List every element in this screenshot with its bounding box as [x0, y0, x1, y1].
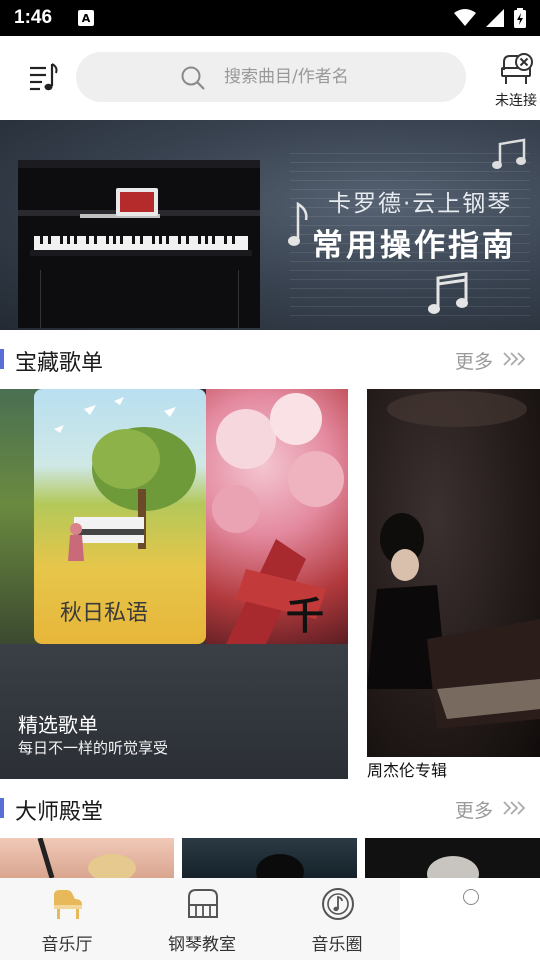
music-note-decor-icon: [288, 201, 308, 246]
music-list-button[interactable]: [26, 58, 62, 96]
notification-icon: A: [78, 10, 95, 26]
search-input[interactable]: [224, 67, 444, 87]
cover-image-sakura: 千本: [206, 389, 348, 644]
search-bar[interactable]: [76, 52, 466, 102]
playlists-section-header: 宝藏歌单 更多: [0, 330, 540, 388]
status-time: 1:46: [14, 7, 53, 28]
double-chevron-right-icon[interactable]: [502, 350, 526, 368]
app-root: 1:46 A 搜索曲目/作者名 未连接 卡罗德·云上钢琴 常用操作指南 宝藏歌单…: [0, 0, 540, 960]
status-bar: 1:46 A: [0, 0, 540, 36]
circle-indicator-icon: [463, 889, 479, 905]
album-card[interactable]: [367, 389, 540, 757]
playlist-title: 精选歌单: [18, 713, 98, 737]
section-accent-bar: [0, 349, 4, 369]
grand-piano-icon: [54, 890, 82, 919]
piano-disconnected-icon: [501, 53, 533, 84]
featured-playlist-card[interactable]: 秋日私语 千本 精选歌单 每日不一样的听觉享受: [0, 389, 348, 779]
music-note-decor-icon: [492, 138, 526, 169]
banner-headline: 常用操作指南: [312, 228, 516, 264]
tab-piano-class[interactable]: 钢琴教室: [142, 878, 262, 960]
more-link[interactable]: 更多: [455, 796, 493, 823]
music-note-decor-icon: [428, 272, 468, 314]
master-card[interactable]: [182, 838, 357, 878]
cover-title: 千本: [286, 594, 325, 638]
playlist-subtitle: 每日不一样的听觉享受: [18, 739, 169, 757]
more-link[interactable]: 更多: [455, 347, 493, 374]
section-title: 宝藏歌单: [15, 351, 104, 376]
signal-icon: [486, 9, 504, 27]
tab-label: 音乐圈: [311, 935, 363, 955]
double-chevron-right-icon[interactable]: [502, 799, 526, 817]
bottom-navigation: 音乐厅 钢琴教室 音乐圈: [0, 878, 540, 960]
tab-label: 钢琴教室: [168, 935, 236, 955]
upright-piano-icon: [188, 889, 218, 918]
music-list-icon: [30, 63, 58, 91]
cover-image-autumn: 秋日私语: [34, 389, 206, 644]
battery-icon: [514, 8, 526, 28]
master-card[interactable]: [0, 838, 174, 878]
tab-music-circle[interactable]: 音乐圈: [277, 878, 397, 960]
wifi-icon: [454, 9, 476, 26]
banner-brand: 卡罗德·云上钢琴: [328, 191, 513, 217]
status-icons: [454, 8, 526, 28]
master-card[interactable]: [365, 838, 540, 878]
cover-title: 秋日私语: [60, 601, 149, 626]
piano-status-label: 未连接: [495, 93, 537, 109]
piano-image: [18, 160, 260, 328]
section-accent-bar: [0, 798, 4, 818]
masters-section-header: 大师殿堂 更多: [0, 779, 540, 837]
search-icon: [181, 66, 205, 90]
tab-label: 音乐厅: [41, 935, 93, 955]
section-title: 大师殿堂: [15, 800, 104, 825]
tab-music-hall[interactable]: 音乐厅: [7, 878, 127, 960]
top-header: 未连接: [0, 36, 540, 120]
piano-connection-button[interactable]: 未连接: [494, 50, 540, 112]
guide-banner[interactable]: 卡罗德·云上钢琴 常用操作指南: [0, 120, 540, 330]
album-label: 周杰伦专辑: [367, 761, 448, 780]
music-disc-icon: [322, 888, 354, 920]
